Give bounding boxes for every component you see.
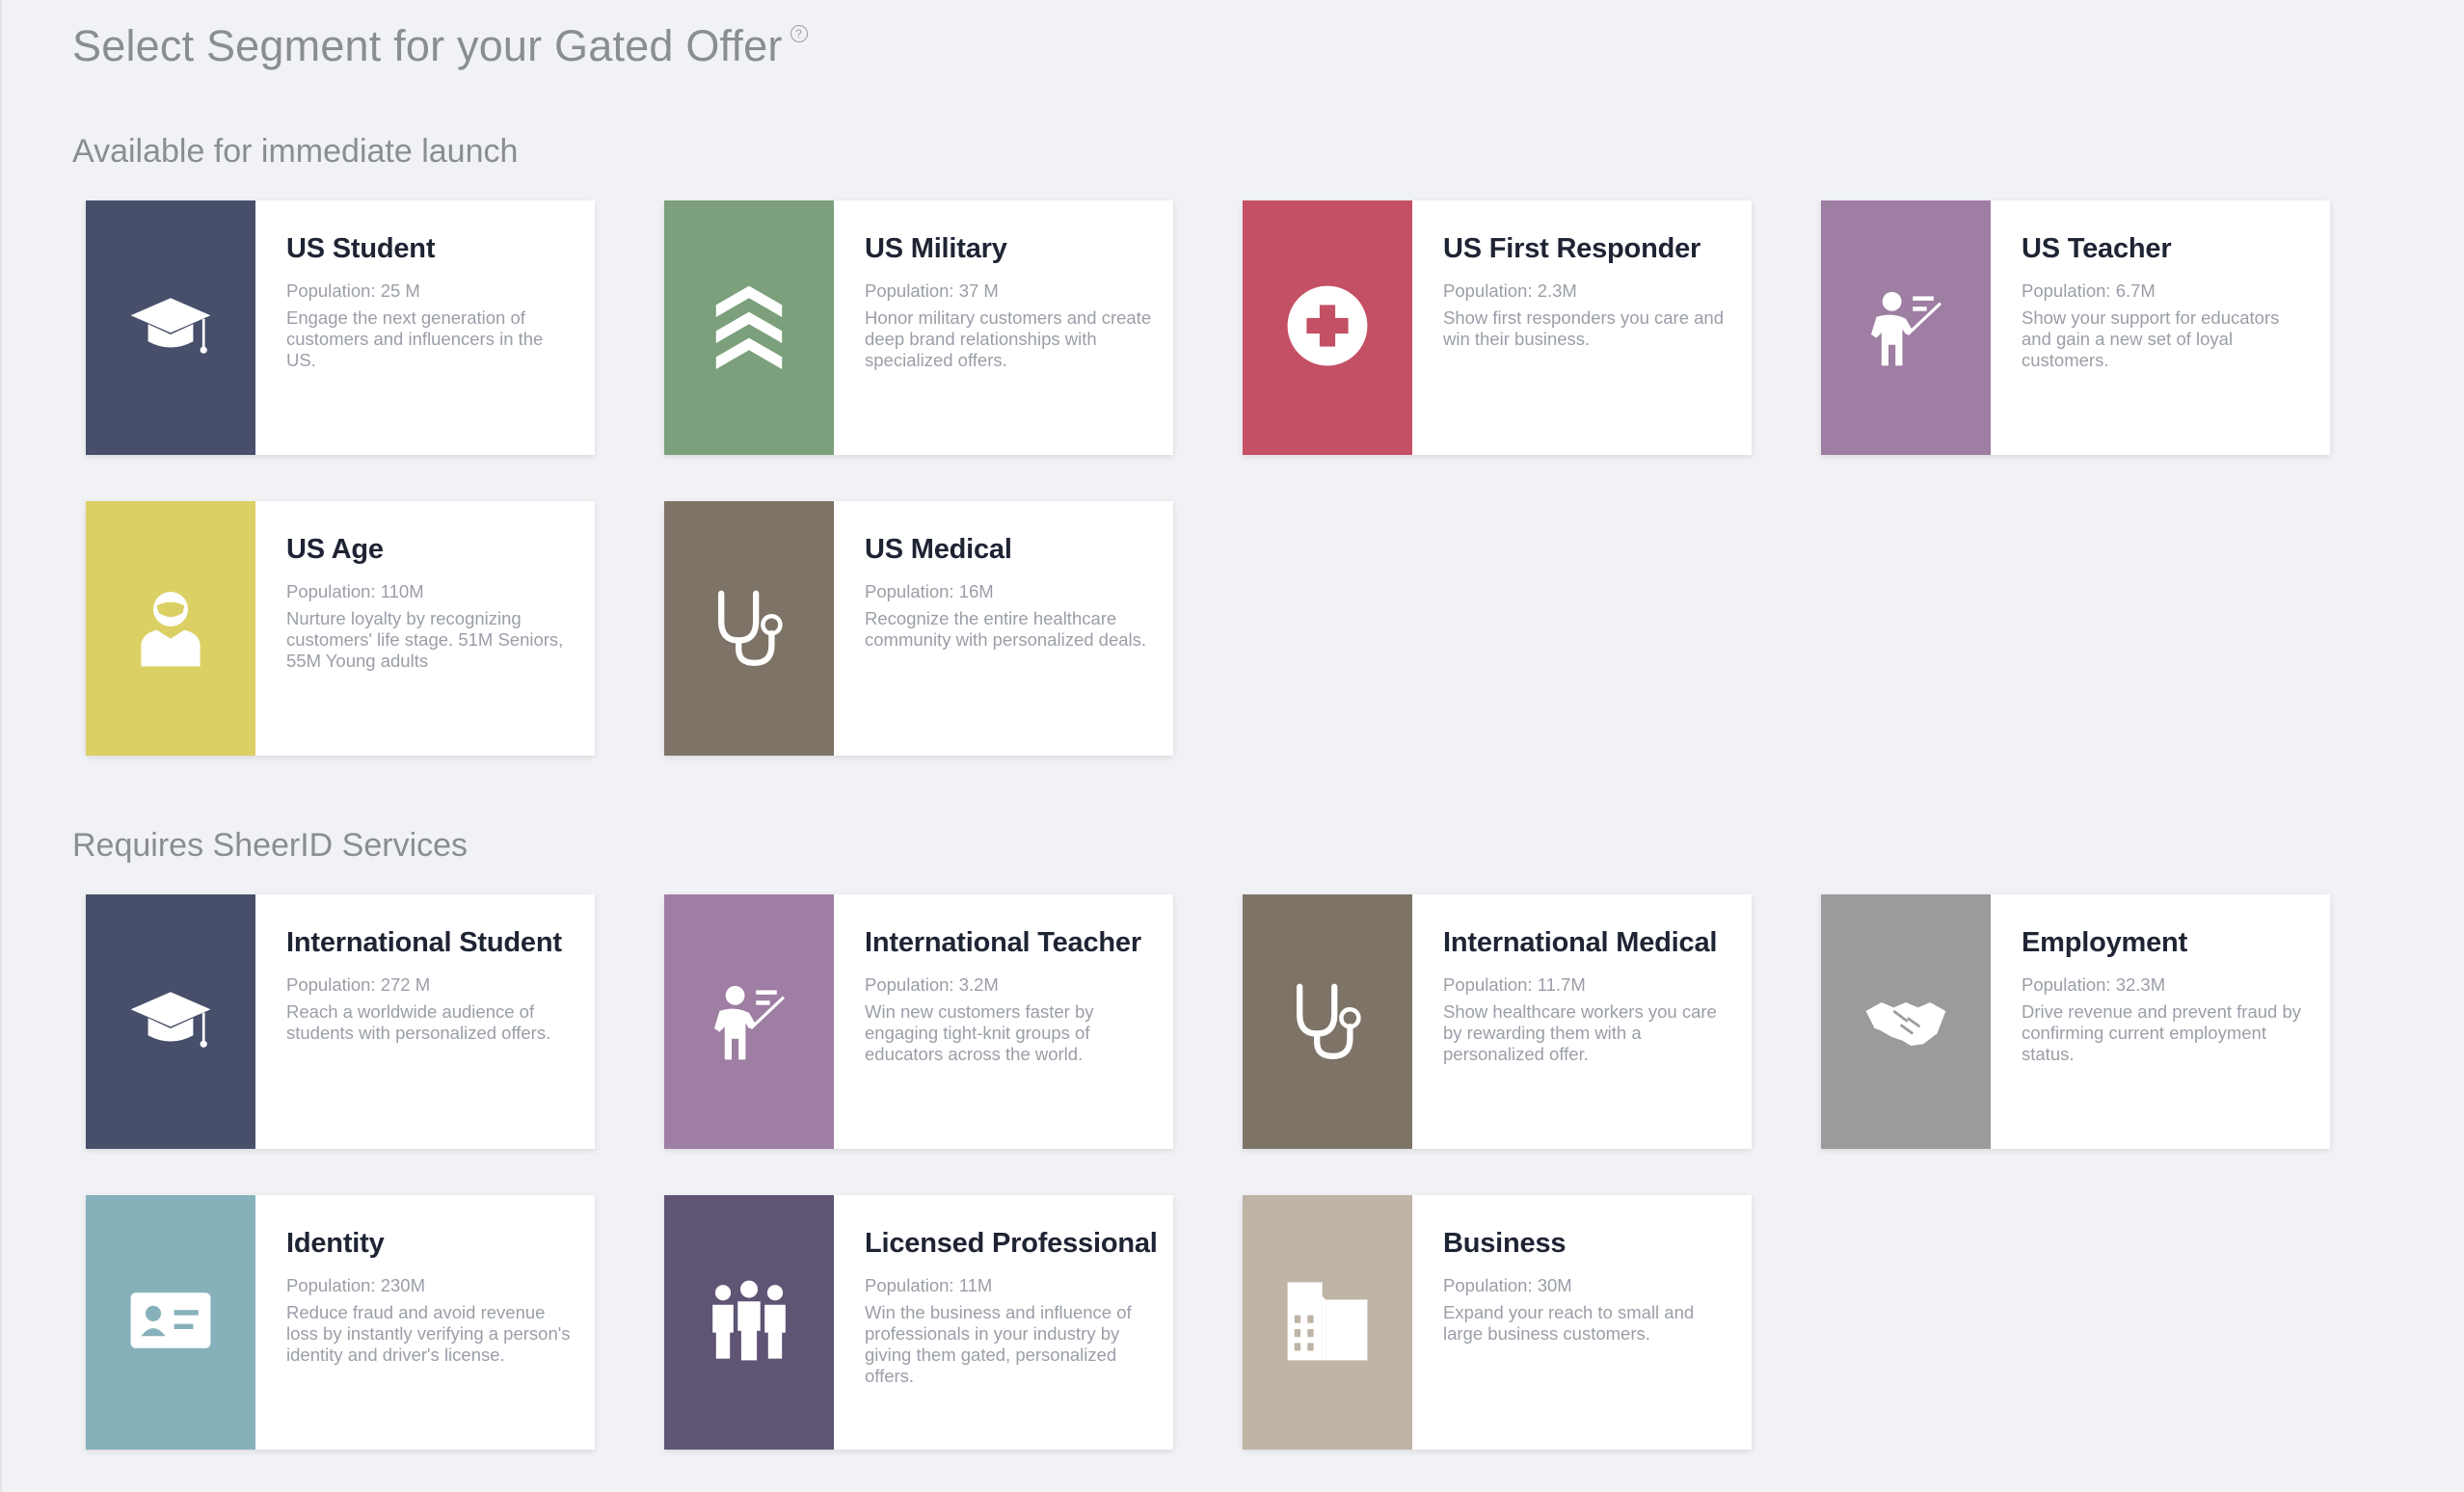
segment-card-international-teacher[interactable]: International Teacher Population: 3.2M Win… (664, 894, 1173, 1149)
segment-population: Population: 32.3M (2022, 974, 2166, 995)
segment-tile (664, 200, 834, 455)
segment-name: International Teacher (865, 927, 1141, 958)
segment-card-body: International Teacher Population: 3.2M Win… (834, 894, 1173, 1149)
segment-population: Population: 272 M (286, 974, 431, 995)
segment-card-body: US Age Population: 110M Nurture loyalty by… (255, 501, 595, 756)
segment-name: International Medical (1443, 927, 1718, 958)
teacher-icon (706, 976, 792, 1068)
segment-card-identity[interactable]: Identity Population: 230M Reduce fraud and… (86, 1195, 595, 1450)
segment-description: Drive revenue and prevent fraud by confi… (2022, 1001, 2302, 1064)
segment-card-body: Licensed Professional Population: 11M Win … (834, 1195, 1177, 1450)
segment-card-us-medical[interactable]: US Medical Population: 16M Recognize the e… (664, 501, 1173, 756)
segment-name: US Military (865, 233, 1007, 264)
group-icon (706, 1277, 792, 1369)
segment-population: Population: 110M (286, 581, 424, 601)
segment-population: Population: 30M (1443, 1275, 1572, 1295)
chevron-rank-icon (706, 282, 792, 374)
segment-description: Honor military customers and create deep… (865, 307, 1152, 370)
segment-description: Engage the next generation of customers … (286, 307, 544, 370)
segment-card-body: International Student Population: 272 M Re… (255, 894, 595, 1149)
segment-tile (86, 501, 255, 756)
segment-population: Population: 11.7M (1443, 974, 1586, 995)
segment-tile (1821, 200, 1991, 455)
page-title: Select Segment for your Gated Offer? (72, 21, 808, 71)
section-title-requires-services: Requires SheerID Services (72, 827, 469, 864)
medical-cross-icon (1284, 282, 1371, 374)
segment-name: US Age (286, 534, 384, 565)
segment-card-us-first-responder[interactable]: US First Responder Population: 2.3M Show f… (1243, 200, 1752, 455)
segment-card-body: US First Responder Population: 2.3M Show f… (1412, 200, 1752, 455)
help-icon[interactable]: ? (790, 25, 808, 42)
segment-description: Reduce fraud and avoid revenue loss by i… (286, 1302, 571, 1365)
segment-card-body: US Military Population: 37 M Honor militar… (834, 200, 1173, 455)
segment-description: Show first responders you care and win t… (1443, 307, 1725, 349)
page-title-text: Select Segment for your Gated Offer (72, 21, 783, 70)
segment-card-body: Employment Population: 32.3M Drive revenue… (1991, 894, 2330, 1149)
segment-card-international-student[interactable]: International Student Population: 272 M Re… (86, 894, 595, 1149)
segment-name: US Student (286, 233, 436, 264)
segment-population: Population: 6.7M (2022, 280, 2156, 301)
graduation-cap-icon (127, 282, 214, 374)
segment-description: Recognize the entire healthcare communit… (865, 608, 1147, 650)
segment-name: Business (1443, 1228, 1567, 1259)
segment-card-us-student[interactable]: US Student Population: 25 M Engage the nex… (86, 200, 595, 455)
segment-population: Population: 16M (865, 581, 994, 601)
segment-description: Expand your reach to small and large bus… (1443, 1302, 1695, 1344)
graduation-cap-icon (127, 976, 214, 1068)
section-title-available: Available for immediate launch (72, 133, 519, 170)
segment-tile (664, 501, 834, 756)
segment-tile (1243, 1195, 1412, 1450)
segment-card-body: US Student Population: 25 M Engage the nex… (255, 200, 595, 455)
segment-tile (1243, 894, 1412, 1149)
segment-population: Population: 3.2M (865, 974, 999, 995)
segment-card-body: International Medical Population: 11.7M Sh… (1412, 894, 1752, 1149)
person-icon (127, 583, 214, 675)
segment-name: US First Responder (1443, 233, 1701, 264)
segment-card-body: Business Population: 30M Expand your reach… (1412, 1195, 1752, 1450)
handshake-icon (1862, 976, 1949, 1068)
teacher-icon (1862, 282, 1949, 374)
segment-card-licensed-professional[interactable]: Licensed Professional Population: 11M Win … (664, 1195, 1173, 1450)
segment-name: Employment (2022, 927, 2188, 958)
segment-tile (664, 894, 834, 1149)
segment-population: Population: 11M (865, 1275, 993, 1295)
segment-population: Population: 25 M (286, 280, 420, 301)
segment-name: International Student (286, 927, 562, 958)
id-card-icon (127, 1277, 214, 1369)
segment-card-business[interactable]: Business Population: 30M Expand your reach… (1243, 1195, 1752, 1450)
segment-name: US Medical (865, 534, 1012, 565)
segment-population: Population: 2.3M (1443, 280, 1577, 301)
segment-tile (1243, 200, 1412, 455)
segment-name: Licensed Professional (865, 1228, 1158, 1259)
segment-tile (86, 1195, 255, 1450)
segment-card-us-teacher[interactable]: US Teacher Population: 6.7M Show your supp… (1821, 200, 2330, 455)
segment-card-body: Identity Population: 230M Reduce fraud and… (255, 1195, 595, 1450)
segment-name: Identity (286, 1228, 385, 1259)
segment-population: Population: 37 M (865, 280, 999, 301)
segment-card-us-age[interactable]: US Age Population: 110M Nurture loyalty by… (86, 501, 595, 756)
stethoscope-icon (1284, 976, 1371, 1068)
segment-description: Win the business and influence of profes… (865, 1302, 1132, 1386)
building-icon (1284, 1277, 1371, 1369)
segment-description: Show your support for educators and gain… (2022, 307, 2280, 370)
segment-card-body: US Medical Population: 16M Recognize the e… (834, 501, 1173, 756)
segment-description: Win new customers faster by engaging tig… (865, 1001, 1094, 1064)
segment-tile (86, 894, 255, 1149)
stethoscope-icon (706, 583, 792, 675)
segment-description: Nurture loyalty by recognizing customers… (286, 608, 564, 671)
segment-name: US Teacher (2022, 233, 2172, 264)
segment-card-employment[interactable]: Employment Population: 32.3M Drive revenue… (1821, 894, 2330, 1149)
segment-description: Reach a worldwide audience of students w… (286, 1001, 551, 1043)
segment-tile (1821, 894, 1991, 1149)
segment-tile (664, 1195, 834, 1450)
segment-card-international-medical[interactable]: International Medical Population: 11.7M Sh… (1243, 894, 1752, 1149)
segment-population: Population: 230M (286, 1275, 425, 1295)
segment-card-us-military[interactable]: US Military Population: 37 M Honor militar… (664, 200, 1173, 455)
segment-description: Show healthcare workers you care by rewa… (1443, 1001, 1717, 1064)
segment-tile (86, 200, 255, 455)
segment-card-body: US Teacher Population: 6.7M Show your supp… (1991, 200, 2330, 455)
